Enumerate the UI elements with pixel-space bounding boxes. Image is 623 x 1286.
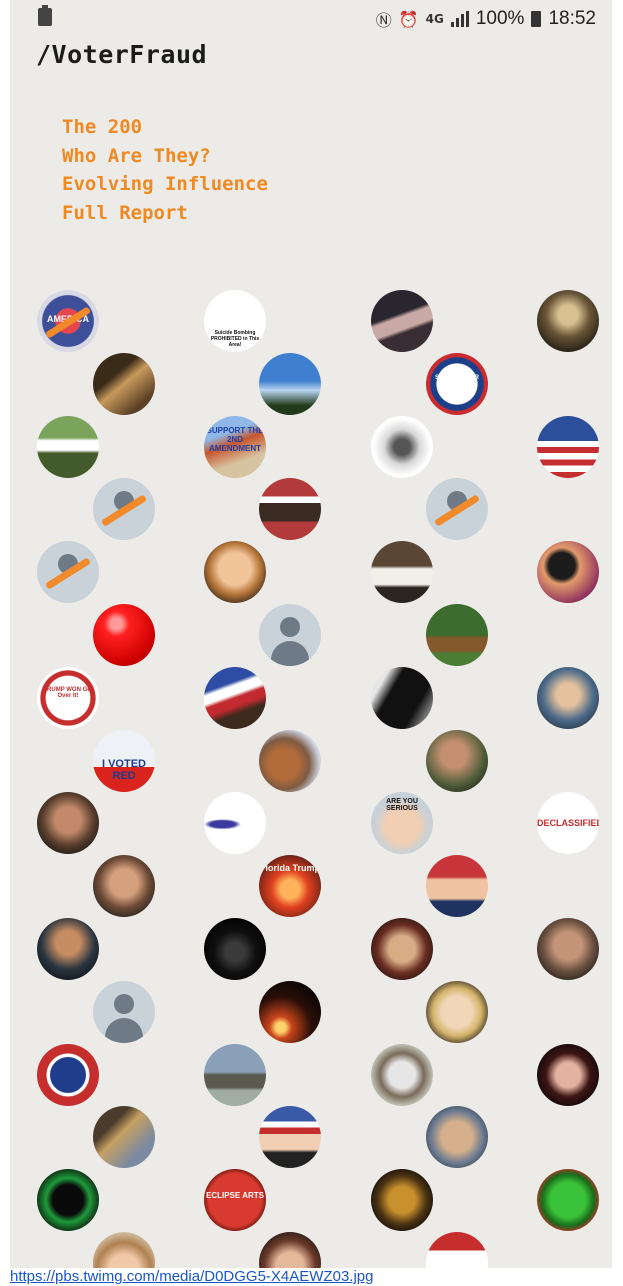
profile-avatar[interactable] xyxy=(371,541,433,603)
avatar-label: ECLIPSE ARTS xyxy=(206,1191,264,1200)
profile-avatar[interactable] xyxy=(537,918,599,980)
profile-avatar[interactable] xyxy=(371,918,433,980)
profile-avatar[interactable] xyxy=(537,541,599,603)
profile-avatar[interactable] xyxy=(37,792,99,854)
image-url-link[interactable]: https://pbs.twimg.com/media/D0DGG5-X4AEW… xyxy=(10,1268,373,1285)
avatar-label: SUPPORT THE 2ND AMENDMENT xyxy=(206,426,264,453)
profile-avatar[interactable] xyxy=(371,667,433,729)
profile-avatar[interactable]: TRUMP WON Get Over It! xyxy=(37,667,99,729)
profile-avatar[interactable]: Suicide Bombing PROHIBITED in This Area! xyxy=(204,290,266,352)
profile-avatar[interactable] xyxy=(537,1044,599,1106)
profile-avatar[interactable] xyxy=(259,604,321,666)
profile-avatar[interactable] xyxy=(93,981,155,1043)
profile-avatar[interactable] xyxy=(204,541,266,603)
profile-avatar[interactable] xyxy=(259,1106,321,1168)
profile-avatar[interactable] xyxy=(204,792,266,854)
avatar-label: SUPPORT OUR PRESIDENT xyxy=(434,375,479,387)
profile-avatar[interactable]: ECLIPSE ARTS xyxy=(204,1169,266,1231)
profile-avatar[interactable] xyxy=(371,290,433,352)
profile-avatar[interactable] xyxy=(537,1169,599,1231)
profile-avatar[interactable]: SUPPORT OUR PRESIDENT xyxy=(426,353,488,415)
profile-avatar[interactable] xyxy=(426,730,488,792)
profile-avatar[interactable] xyxy=(259,478,321,540)
profile-avatar[interactable] xyxy=(37,541,99,603)
profile-avatar[interactable] xyxy=(259,730,321,792)
profile-avatar[interactable] xyxy=(537,667,599,729)
profile-avatar[interactable] xyxy=(37,918,99,980)
avatar-grid: AMERICA Suicide Bombing PROHIBITED in Thi… xyxy=(10,0,612,1268)
profile-avatar[interactable] xyxy=(93,855,155,917)
profile-avatar[interactable] xyxy=(426,604,488,666)
avatar-label: Florida Trump xyxy=(259,863,320,873)
profile-avatar[interactable]: I VOTED RED xyxy=(93,730,155,792)
profile-avatar[interactable] xyxy=(537,416,599,478)
app-screen: Ⓝ ⏰ 4G 100% 18:52 /VoterFraud The 200 Wh… xyxy=(10,0,612,1268)
profile-avatar[interactable] xyxy=(93,604,155,666)
profile-avatar[interactable] xyxy=(204,667,266,729)
profile-avatar[interactable] xyxy=(93,1232,155,1268)
profile-avatar[interactable] xyxy=(93,353,155,415)
profile-avatar[interactable] xyxy=(371,1169,433,1231)
profile-avatar[interactable] xyxy=(259,981,321,1043)
profile-avatar[interactable] xyxy=(426,855,488,917)
profile-avatar[interactable] xyxy=(426,478,488,540)
profile-avatar[interactable] xyxy=(537,290,599,352)
avatar-label: I VOTED RED xyxy=(101,758,146,782)
profile-avatar[interactable] xyxy=(259,1232,321,1268)
profile-avatar[interactable] xyxy=(37,1169,99,1231)
profile-avatar[interactable] xyxy=(371,416,433,478)
profile-avatar[interactable] xyxy=(204,1044,266,1106)
profile-avatar[interactable]: ARE YOU SERIOUS xyxy=(371,792,433,854)
profile-avatar[interactable] xyxy=(259,353,321,415)
profile-avatar[interactable]: DECLASSIFIED xyxy=(537,792,599,854)
profile-avatar[interactable] xyxy=(371,1044,433,1106)
avatar-label: DECLASSIFIED xyxy=(537,818,599,828)
avatar-label: AMERICA xyxy=(47,314,89,324)
avatar-label: ARE YOU SERIOUS xyxy=(386,798,418,812)
profile-avatar[interactable]: Florida Trump xyxy=(259,855,321,917)
profile-avatar[interactable] xyxy=(426,981,488,1043)
profile-avatar[interactable] xyxy=(93,1106,155,1168)
profile-avatar[interactable] xyxy=(37,1044,99,1106)
profile-avatar[interactable] xyxy=(426,1232,488,1268)
profile-avatar[interactable]: SUPPORT THE 2ND AMENDMENT xyxy=(204,416,266,478)
profile-avatar[interactable] xyxy=(204,918,266,980)
profile-avatar[interactable] xyxy=(426,1106,488,1168)
profile-avatar[interactable] xyxy=(37,416,99,478)
profile-avatar[interactable]: AMERICA xyxy=(37,290,99,352)
avatar-label: TRUMP WON Get Over It! xyxy=(43,687,93,699)
avatar-label: Suicide Bombing PROHIBITED in This Area! xyxy=(210,330,260,348)
profile-avatar[interactable] xyxy=(93,478,155,540)
